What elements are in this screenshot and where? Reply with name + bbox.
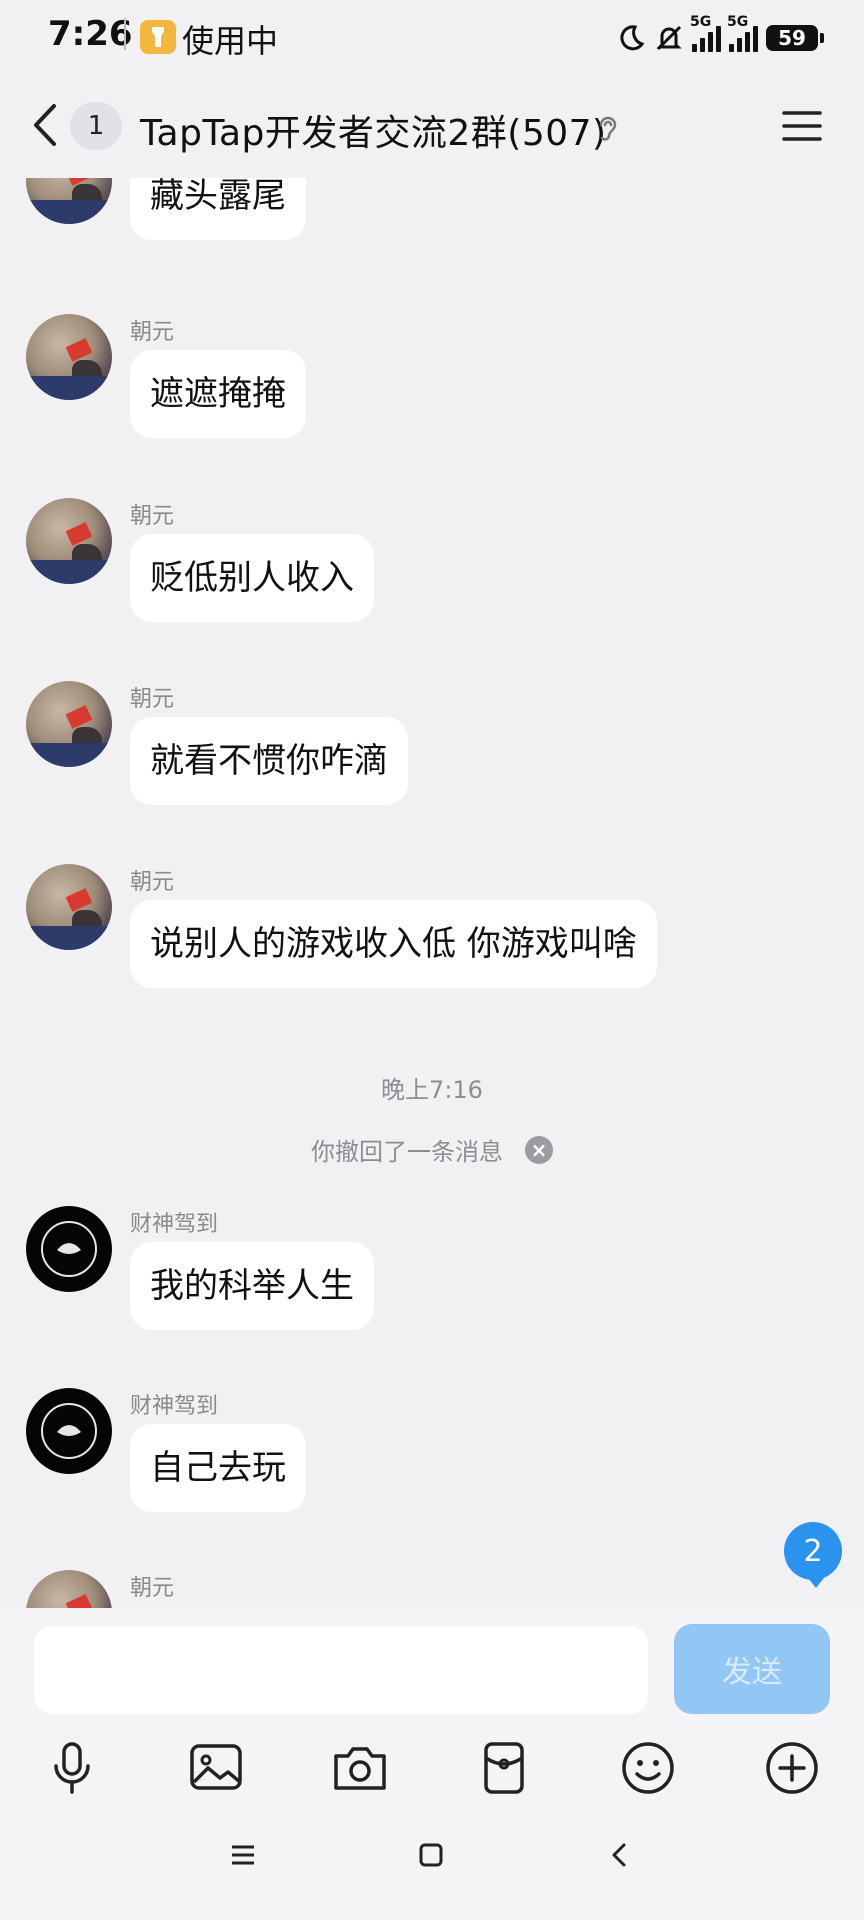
composer-toolbar [0,1738,864,1818]
back-nav-icon[interactable] [604,1840,634,1874]
system-navigation-bar [0,1820,864,1920]
message-bubble[interactable]: 就看不惯你咋滴 [130,717,408,805]
unread-count-badge[interactable]: 1 [70,102,122,150]
status-app-label: 使用中 [182,22,279,60]
sender-name[interactable]: 财神驾到 [130,1206,218,1238]
sender-name[interactable]: 财神驾到 [130,1388,218,1420]
avatar[interactable] [26,864,112,950]
ear-icon[interactable] [596,114,620,144]
close-icon[interactable]: × [525,1135,553,1164]
avatar[interactable] [26,1388,112,1474]
chat-title[interactable]: TapTap开发者交流2群(507) [140,104,607,156]
sender-name[interactable]: 朝元 [130,498,174,530]
recent-apps-icon[interactable] [228,1840,258,1874]
message-bubble[interactable]: 自己去玩 [130,1424,306,1512]
battery-icon: 59 [766,25,824,51]
message-list[interactable]: 藏头露尾 朝元 遮遮掩掩 朝元 贬低别人收入 朝元 就看不惯你咋滴 朝元 说别人… [0,178,864,1608]
do-not-disturb-moon-icon [620,25,645,51]
timestamp: 晚上7:16 [381,1076,483,1104]
message-bubble[interactable]: 我的科举人生 [130,1242,374,1330]
network-type-1: 5G [690,14,712,30]
avatar[interactable] [26,178,112,224]
status-bar: 7:26 使用中 5G 5G 59 [0,0,864,74]
status-separator [124,18,126,50]
status-icons: 5G 5G 59 [616,14,824,58]
avatar[interactable] [26,1570,112,1608]
chevron-left-icon[interactable] [26,100,66,150]
avatar[interactable] [26,1206,112,1292]
avatar[interactable] [26,681,112,767]
image-icon[interactable] [186,1738,246,1798]
message-bubble[interactable]: 藏头露尾 [130,178,306,240]
emoji-icon[interactable] [618,1738,678,1798]
message-bubble[interactable]: 说别人的游戏收入低 你游戏叫啥 [130,900,657,988]
recall-notice: 你撤回了一条消息 × [0,1132,864,1167]
sender-name[interactable]: 朝元 [130,864,174,896]
chat-header: 1 TapTap开发者交流2群(507) [0,74,864,178]
avatar[interactable] [26,498,112,584]
sender-name[interactable]: 朝元 [130,314,174,346]
new-message-badge[interactable]: 2 [784,1522,842,1588]
sender-name[interactable]: 朝元 [130,1570,174,1602]
avatar[interactable] [26,314,112,400]
hamburger-menu-icon[interactable] [780,108,824,144]
microphone-icon[interactable] [42,1738,102,1798]
recall-text: 你撤回了一条消息 [311,1138,503,1166]
camera-icon[interactable] [330,1738,390,1798]
mute-bell-icon [656,25,682,51]
network-type-2: 5G [727,14,749,30]
sender-name[interactable]: 朝元 [130,681,174,713]
home-icon[interactable] [416,1840,446,1874]
message-bubble[interactable]: 遮遮掩掩 [130,350,306,438]
message-bubble[interactable]: 贬低别人收入 [130,534,374,622]
red-packet-icon[interactable] [474,1738,534,1798]
status-time: 7:26 [48,14,133,54]
signal-2-icon: 5G [727,14,758,52]
send-button[interactable]: 发送 [674,1624,830,1714]
plus-icon[interactable] [762,1738,822,1798]
battery-level: 59 [778,26,806,50]
signal-1-icon: 5G [690,14,721,52]
flashlight-icon [140,20,176,54]
message-input[interactable] [34,1626,648,1714]
